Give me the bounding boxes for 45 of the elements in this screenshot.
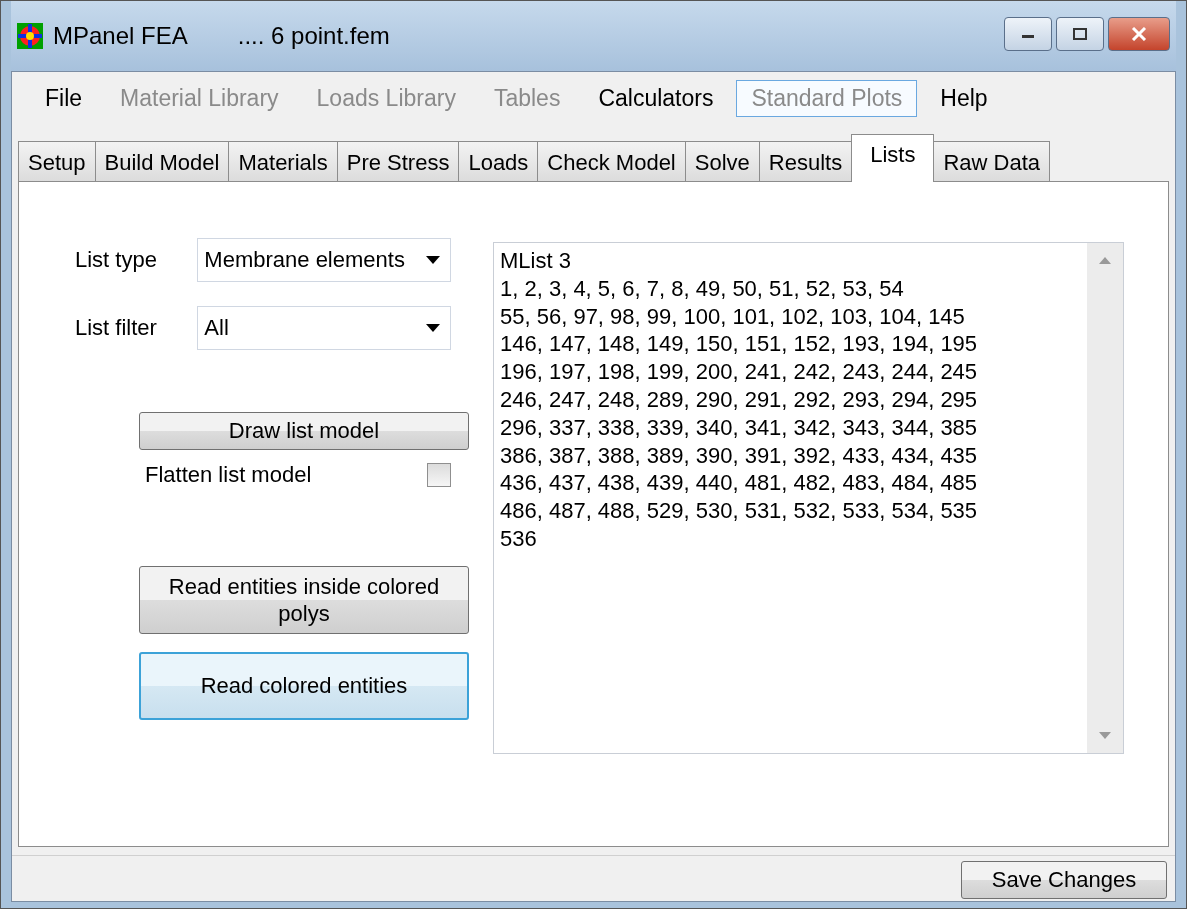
list-type-dropdown[interactable]: Membrane elements bbox=[197, 238, 451, 282]
list-text-line: MList 3 bbox=[500, 247, 571, 275]
action-button[interactable]: Read colored entities bbox=[139, 652, 469, 720]
field-label: List type bbox=[75, 247, 158, 273]
tab[interactable]: Check Model bbox=[537, 141, 686, 181]
menu-item[interactable]: Help bbox=[925, 79, 1003, 117]
list-text-line: 1, 2, 3, 4, 5, 6, 7, 8, 49, 50, 51, 52, 53, 54 bbox=[500, 274, 904, 303]
action-button[interactable]: Read entities inside colored polys bbox=[139, 566, 469, 634]
list-text-line: 486, 487, 488, 529, 530, 531, 532, 533, 534, 535 bbox=[500, 497, 978, 525]
tab[interactable]: Setup bbox=[18, 141, 96, 181]
list-filter-dropdown[interactable]: All bbox=[197, 306, 451, 350]
save-button[interactable]: Save Changes bbox=[961, 861, 1167, 899]
tab[interactable]: Raw Data bbox=[933, 141, 1050, 181]
field-label: List filter bbox=[75, 315, 158, 341]
list-text-line: 246, 247, 248, 289, 290, 291, 292, 293, 294, 295 bbox=[500, 386, 978, 414]
tab[interactable]: Loads bbox=[458, 141, 539, 181]
tab[interactable]: Build Model bbox=[94, 141, 230, 181]
checkbox[interactable] bbox=[427, 463, 451, 487]
list-text-line: 196, 197, 198, 199, 200, 241, 242, 243, 244, 245 bbox=[500, 358, 978, 386]
tab[interactable]: Lists bbox=[851, 134, 935, 182]
app-icon bbox=[17, 23, 43, 49]
close-icon bbox=[1130, 27, 1148, 41]
menu-item[interactable]: File bbox=[30, 79, 98, 117]
checkbox-label: Flatten list model bbox=[145, 462, 312, 488]
tab[interactable]: Pre Stress bbox=[336, 141, 460, 181]
tab[interactable]: Results bbox=[758, 141, 853, 181]
close-button[interactable] bbox=[1108, 17, 1170, 51]
list-text-line: 386, 387, 388, 389, 390, 391, 392, 433, 434, 435 bbox=[500, 441, 978, 470]
list-text-line: 146, 147, 148, 149, 150, 151, 152, 193, 194, 195 bbox=[500, 330, 978, 359]
window-title: .... 6 point.fem bbox=[237, 22, 390, 50]
list-text-line: 536 bbox=[500, 524, 537, 553]
minimize-button[interactable] bbox=[1004, 17, 1052, 51]
caret-icon bbox=[426, 324, 440, 332]
tab[interactable]: Materials bbox=[228, 141, 338, 181]
menu-item[interactable]: Calculators bbox=[583, 79, 729, 117]
window-title: MPanel FEA bbox=[53, 22, 188, 50]
caret-icon bbox=[426, 256, 440, 264]
draw-list-button[interactable]: Draw list model bbox=[139, 412, 469, 450]
list-text-line: 296, 337, 338, 339, 340, 341, 342, 343, 344, 385 bbox=[500, 413, 978, 442]
list-text-line: 436, 437, 438, 439, 440, 481, 482, 483, 484, 485 bbox=[500, 469, 978, 498]
maximize-button[interactable] bbox=[1056, 17, 1104, 51]
list-text-area[interactable] bbox=[493, 242, 1124, 754]
maximize-icon bbox=[1072, 28, 1088, 40]
list-text-line: 55, 56, 97, 98, 99, 100, 101, 102, 103, 104, 145 bbox=[500, 302, 965, 331]
tab[interactable]: Solve bbox=[684, 141, 760, 181]
